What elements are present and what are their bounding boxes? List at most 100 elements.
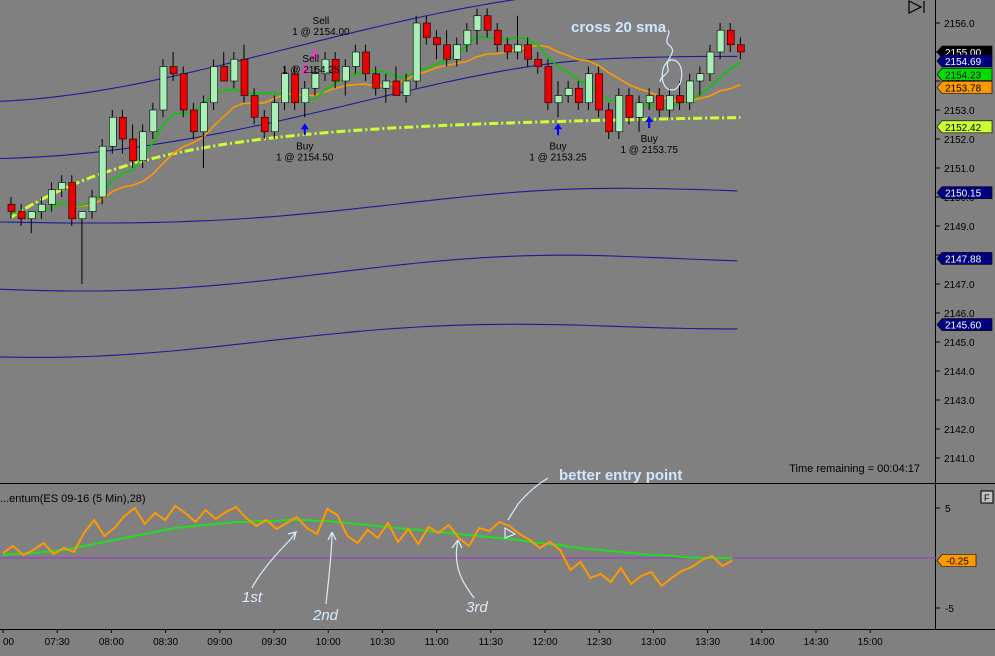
time-tick-label: 14:00 — [749, 637, 774, 648]
candle-body — [291, 73, 299, 104]
time-tick-label: 10:30 — [370, 637, 395, 648]
candle — [544, 59, 553, 110]
trade-side-label: Buy — [296, 141, 313, 152]
candle-body — [179, 73, 188, 111]
trade-qty-label: 1 @ 2154.00 — [292, 27, 350, 38]
panel-f-icon[interactable]: F — [980, 490, 994, 504]
price-tag: 2145.60 — [936, 318, 993, 332]
candle-body — [190, 109, 198, 133]
candle — [68, 175, 77, 226]
time-tick-label: 00 — [3, 637, 15, 648]
trade-side-label: Sell — [313, 16, 330, 27]
time-tick-label: 13:00 — [641, 637, 666, 648]
candle — [179, 66, 188, 118]
time-tick-label: 12:00 — [532, 637, 557, 648]
candle-body — [48, 189, 56, 205]
time-remaining: Time remaining = 00:04:17 — [789, 463, 920, 475]
candle-body — [220, 66, 229, 82]
price-tick-label: 2149.0 — [944, 222, 975, 233]
time-tick-label: 08:30 — [153, 637, 178, 648]
indicator-tick-label: -5 — [945, 604, 954, 615]
price-tag-label: 2147.88 — [945, 254, 982, 265]
candle-body — [68, 182, 77, 220]
candle-body — [240, 58, 249, 96]
candle-body — [574, 87, 583, 104]
indicator-value-tag: -0.25 — [936, 554, 977, 568]
candle-body — [473, 15, 482, 31]
price-tag: 2147.88 — [936, 252, 993, 265]
time-tick-label: 09:00 — [207, 637, 232, 648]
better-entry-label: better entry point — [559, 467, 682, 484]
first-label: 1st — [242, 589, 263, 606]
candle-body — [362, 51, 370, 75]
candle-body — [27, 211, 36, 220]
candle-body — [534, 58, 543, 67]
price-tick-label: 2147.0 — [944, 280, 975, 291]
trade-qty-label: 1 @ 2153.25 — [529, 152, 587, 163]
candle-body — [726, 29, 735, 46]
time-tick-label: 08:00 — [99, 637, 124, 648]
trade-side-label: Buy — [641, 134, 658, 145]
candle-body — [564, 87, 573, 96]
candle-body — [17, 211, 26, 220]
candle-body — [423, 22, 431, 38]
price-tick-label: 2151.0 — [944, 164, 975, 175]
candle-body — [706, 51, 715, 75]
price-tag: 2150.15 — [936, 186, 993, 200]
trade-side-label: Sell — [302, 54, 319, 65]
price-tag: 2154.23 — [936, 68, 993, 81]
candle-body — [656, 95, 664, 111]
candle — [412, 15, 421, 89]
candle-body — [98, 145, 107, 198]
price-tag: 2153.78 — [936, 81, 993, 94]
candle-body — [463, 29, 472, 46]
candle-body — [645, 95, 654, 104]
candle-body — [493, 29, 502, 46]
candle-body — [260, 116, 269, 133]
candle-body — [7, 203, 16, 212]
play-icon[interactable] — [907, 0, 927, 14]
candle-body — [281, 73, 289, 104]
candle-body — [392, 80, 401, 96]
price-tick-label: 2142.0 — [944, 425, 975, 436]
candle-body — [676, 95, 684, 104]
cross-sma-label: cross 20 sma — [571, 19, 667, 36]
price-tick-label: 2152.0 — [944, 135, 975, 146]
indicator-value-label: -0.25 — [946, 557, 969, 568]
candle-body — [341, 66, 350, 82]
time-tick-label: 09:30 — [261, 637, 286, 648]
time-tick-label: 07:30 — [45, 637, 70, 648]
price-tick-label: 2156.0 — [944, 19, 975, 30]
time-tick-label: 10:00 — [316, 637, 341, 648]
indicator-title: ...entum(ES 09-16 (5 Min),28) — [0, 493, 146, 505]
price-tick-label: 2145.0 — [944, 338, 975, 349]
time-tick-label: 14:30 — [803, 637, 828, 648]
candle-body — [382, 80, 391, 89]
trade-side-label: Buy — [549, 141, 566, 152]
candle-body — [129, 138, 137, 162]
price-tag-label: 2154.69 — [945, 57, 982, 68]
candle — [98, 139, 107, 205]
candle-body — [443, 44, 451, 60]
candle-body — [433, 37, 441, 46]
candle-body — [696, 73, 705, 82]
candle-body — [119, 116, 127, 140]
candle-body — [504, 44, 512, 53]
candle-body — [159, 66, 168, 111]
candle-body — [595, 73, 603, 111]
candle-body — [352, 51, 360, 67]
candle-body — [686, 80, 695, 104]
price-tag-label: 2152.42 — [945, 123, 982, 134]
candle-body — [109, 116, 117, 147]
candle-body — [635, 102, 644, 118]
price-tick-label: 2141.0 — [944, 454, 975, 465]
candle-body — [453, 44, 462, 60]
price-tag-label: 2154.23 — [945, 70, 982, 81]
price-tag: 2152.42 — [936, 120, 993, 134]
candle-body — [585, 73, 593, 104]
time-tick-label: 11:30 — [479, 637, 504, 648]
price-tag-label: 2153.78 — [945, 83, 982, 94]
price-tick-label: 2144.0 — [944, 367, 975, 378]
price-tick-label: 2143.0 — [944, 396, 975, 407]
candle-body — [169, 66, 178, 75]
